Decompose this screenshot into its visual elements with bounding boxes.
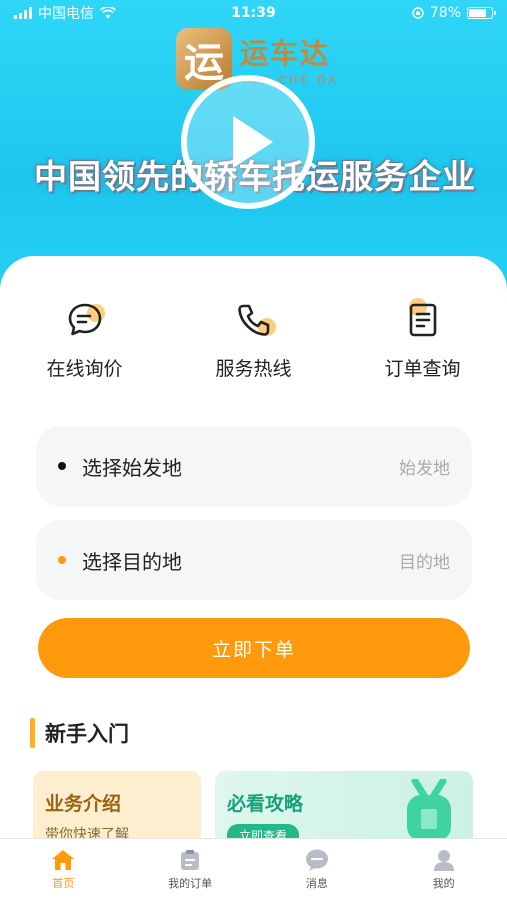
- destination-dot: [58, 556, 66, 564]
- tab-label: 我的: [432, 877, 455, 890]
- wifi-icon: [100, 7, 116, 19]
- tab-label: 首页: [52, 877, 75, 890]
- message-icon: [305, 849, 328, 871]
- section-title: 新手入门: [30, 718, 129, 748]
- tab-bar: 首页 我的订单 消息 我的: [0, 838, 507, 900]
- chat-bubble-icon: [61, 296, 109, 344]
- status-bar: 中国电信 11:39 78%: [0, 0, 507, 26]
- order-list-icon: [181, 850, 200, 870]
- tab-home[interactable]: 首页: [0, 839, 127, 900]
- quick-actions: 在线询价 服务热线 订单查询: [0, 296, 507, 381]
- quick-action-label: 在线询价: [46, 358, 123, 380]
- tab-label: 我的订单: [168, 877, 213, 890]
- destination-field[interactable]: 选择目的地 目的地: [36, 520, 472, 600]
- origin-label: 选择始发地: [82, 455, 182, 480]
- battery-percent: 78%: [429, 5, 461, 21]
- status-time: 11:39: [231, 5, 276, 21]
- play-video-button[interactable]: [181, 75, 315, 209]
- orientation-lock-icon: [412, 7, 424, 19]
- document-icon: [399, 296, 447, 344]
- section-accent-bar: [30, 718, 35, 748]
- origin-field[interactable]: 选择始发地 始发地: [36, 426, 472, 506]
- tab-messages[interactable]: 消息: [254, 839, 381, 900]
- section-heading: 新手入门: [45, 722, 129, 746]
- quick-action-label: 订单查询: [384, 358, 461, 380]
- home-icon: [52, 850, 75, 870]
- destination-hint: 目的地: [399, 552, 450, 573]
- origin-dot: [58, 462, 66, 470]
- quick-action-label: 服务热线: [215, 358, 292, 380]
- carrier-name: 中国电信: [38, 6, 94, 22]
- promo-title: 业务介绍: [45, 793, 122, 815]
- place-order-button[interactable]: 立即下单: [38, 618, 470, 678]
- quick-action-hotline[interactable]: 服务热线: [169, 296, 338, 381]
- origin-hint: 始发地: [399, 458, 450, 479]
- battery-icon: [467, 7, 496, 19]
- quick-action-order-query[interactable]: 订单查询: [338, 296, 507, 381]
- guide-badge-icon: [407, 779, 451, 841]
- quick-action-inquiry[interactable]: 在线询价: [0, 296, 169, 381]
- signal-icon: [14, 7, 32, 19]
- hero-banner: 运 运车达 YUN CHE DA 中国领先的轿车托运服务企业: [0, 0, 507, 300]
- tab-label: 消息: [305, 877, 328, 890]
- tab-profile[interactable]: 我的: [380, 839, 507, 900]
- destination-label: 选择目的地: [82, 549, 182, 574]
- logo-name: 运车达: [240, 36, 331, 70]
- tab-my-orders[interactable]: 我的订单: [127, 839, 254, 900]
- main-panel: 在线询价 服务热线 订单查询 选择始发地 始发地 选择目的地 目的地 立即下单 …: [0, 256, 507, 851]
- play-icon: [233, 116, 273, 168]
- phone-icon: [230, 296, 278, 344]
- user-icon: [433, 850, 454, 871]
